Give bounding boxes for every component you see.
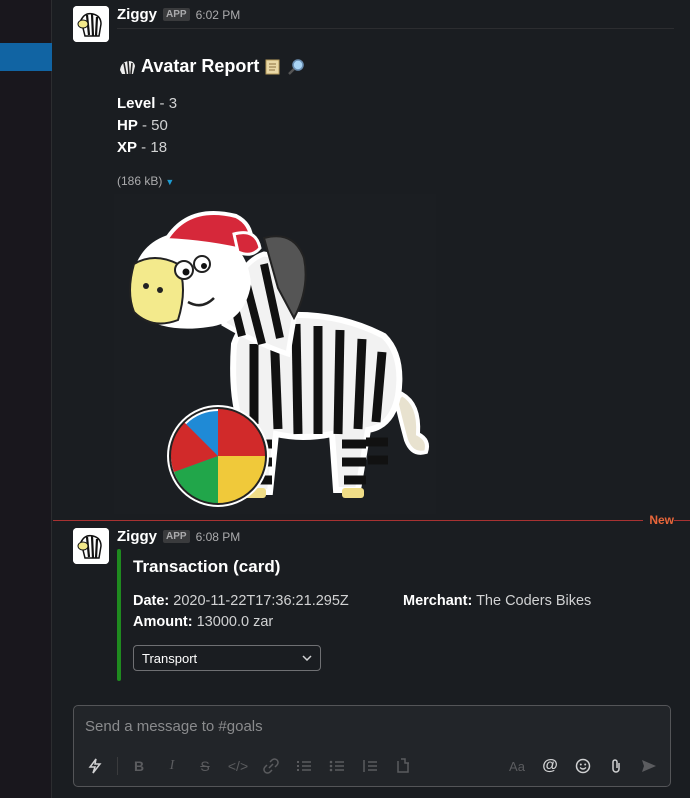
composer-input[interactable]: Send a message to #goals <box>85 718 263 735</box>
stat-hp: HP - 50 <box>117 117 168 134</box>
magnifier-emoji-icon <box>288 58 305 75</box>
stat-xp: XP - 18 <box>117 139 168 156</box>
avatar-image[interactable] <box>114 194 436 514</box>
blockquote-icon[interactable] <box>357 754 383 778</box>
report-title: Avatar Report <box>117 56 307 77</box>
sender-name[interactable]: Ziggy <box>117 6 157 23</box>
message-timestamp[interactable]: 6:02 PM <box>196 8 241 22</box>
ordered-list-icon[interactable] <box>291 754 317 778</box>
app-badge: APP <box>163 530 190 543</box>
field-date: Date: 2020-11-22T17:36:21.295Z <box>133 593 349 609</box>
bot-avatar[interactable] <box>73 6 109 42</box>
field-merchant: Merchant: The Coders Bikes <box>403 593 592 609</box>
shortcuts-icon[interactable] <box>82 754 108 778</box>
file-size-toggle[interactable]: (186 kB) ▼ <box>117 174 174 188</box>
avatar-stats: Level - 3 HP - 50 XP - 18 <box>117 93 177 159</box>
code-block-icon[interactable] <box>390 754 416 778</box>
italic-icon[interactable]: I <box>159 754 185 778</box>
field-amount: Amount: 13000.0 zar <box>133 614 274 630</box>
composer-toolbar: B I S </> Aa @ <box>82 754 662 778</box>
category-selected-value: Transport <box>142 650 198 666</box>
emoji-icon[interactable] <box>570 754 596 778</box>
message-timestamp[interactable]: 6:08 PM <box>196 530 241 544</box>
attachment-title: Transaction (card) <box>133 557 281 576</box>
mention-icon[interactable]: @ <box>537 754 563 778</box>
app-badge: APP <box>163 8 190 21</box>
zebra-avatar-icon <box>73 528 109 564</box>
bulleted-list-icon[interactable] <box>324 754 350 778</box>
message-avatar-report: Ziggy APP 6:02 PM Avatar Report Level - … <box>53 0 690 520</box>
stat-level: Level - 3 <box>117 95 178 112</box>
workspace-sidebar <box>0 0 52 798</box>
zebra-avatar-icon <box>73 6 109 42</box>
scroll-emoji-icon <box>265 59 280 74</box>
send-icon[interactable] <box>636 754 662 778</box>
attachment-accent-bar <box>117 549 121 681</box>
chevron-down-icon <box>302 655 312 661</box>
message-composer[interactable]: Send a message to #goals B I S </> Aa @ <box>73 705 671 787</box>
file-size: (186 kB) <box>117 174 163 188</box>
strikethrough-icon[interactable]: S <box>192 754 218 778</box>
category-select[interactable]: Transport <box>133 645 321 671</box>
transaction-attachment: Transaction (card) Date: 2020-11-22T17:3… <box>117 549 637 681</box>
zebra-emoji-icon <box>120 60 135 74</box>
bot-avatar[interactable] <box>73 528 109 564</box>
toolbar-separator <box>117 757 118 775</box>
attach-icon[interactable] <box>603 754 629 778</box>
sender-name[interactable]: Ziggy <box>117 528 157 545</box>
new-messages-label: New <box>643 513 674 527</box>
header-rule <box>117 28 674 29</box>
code-icon[interactable]: </> <box>225 754 251 778</box>
caret-down-icon[interactable]: ▼ <box>165 177 174 187</box>
new-messages-divider <box>53 520 690 521</box>
report-title-text: Avatar Report <box>141 56 260 76</box>
link-icon[interactable] <box>258 754 284 778</box>
formatting-icon[interactable]: Aa <box>504 754 530 778</box>
sidebar-active-item[interactable] <box>0 43 52 71</box>
bold-icon[interactable]: B <box>126 754 152 778</box>
zebra-illustration <box>129 211 429 507</box>
channel-view: Ziggy APP 6:02 PM Avatar Report Level - … <box>53 0 690 798</box>
